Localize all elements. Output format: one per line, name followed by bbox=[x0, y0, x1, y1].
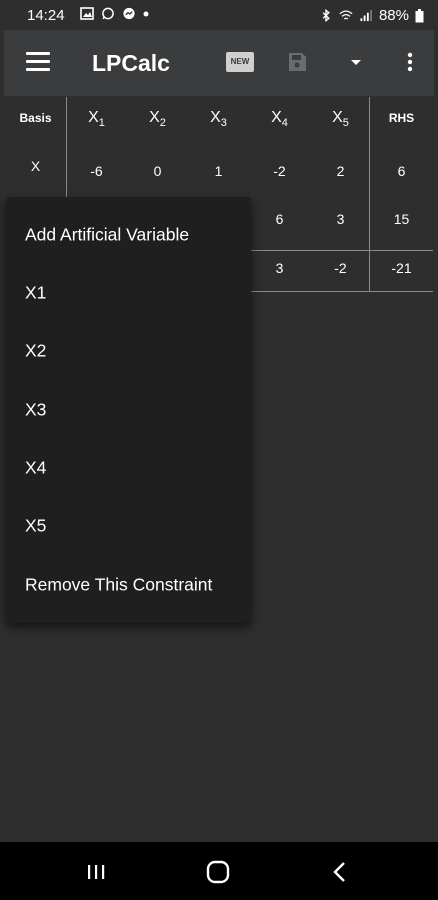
wifi-icon bbox=[339, 10, 353, 20]
menu-item-x5[interactable]: X5 bbox=[6, 498, 251, 556]
basis-header: Basis bbox=[19, 111, 52, 125]
var-header-x4: X4 bbox=[271, 109, 288, 130]
basis-cell[interactable]: X bbox=[5, 158, 66, 174]
status-time: 14:24 bbox=[27, 7, 65, 24]
recent-apps-icon[interactable] bbox=[82, 858, 110, 886]
menu-icon[interactable] bbox=[26, 52, 52, 72]
rhs-cell[interactable]: 15 bbox=[371, 211, 432, 227]
menu-item-add-artificial[interactable]: Add Artificial Variable bbox=[6, 207, 251, 265]
dropdown-icon[interactable] bbox=[344, 50, 368, 74]
messenger-icon bbox=[123, 7, 135, 20]
rhs-header: RHS bbox=[388, 111, 415, 125]
battery-percent: 88% bbox=[378, 7, 409, 24]
var-header-x2: X2 bbox=[149, 109, 166, 130]
back-icon[interactable] bbox=[326, 858, 354, 886]
tableau-cell[interactable]: -6 bbox=[66, 163, 127, 179]
tableau-cell[interactable]: -2 bbox=[310, 260, 371, 276]
menu-item-x1[interactable]: X1 bbox=[6, 265, 251, 323]
menu-item-x4[interactable]: X4 bbox=[6, 440, 251, 498]
whatsapp-icon bbox=[102, 7, 114, 20]
basis-context-menu: Add Artificial Variable X1 X2 X3 X4 X5 R… bbox=[6, 197, 251, 623]
tableau-cell[interactable]: 0 bbox=[127, 163, 188, 179]
tableau-cell[interactable]: 2 bbox=[310, 163, 371, 179]
home-icon[interactable] bbox=[204, 858, 232, 886]
menu-item-remove-constraint[interactable]: Remove This Constraint bbox=[6, 557, 251, 615]
app-bar: LPCalc NEW bbox=[4, 30, 434, 96]
dot-icon bbox=[143, 11, 149, 16]
battery-icon bbox=[415, 8, 424, 22]
signal-icon bbox=[360, 9, 373, 22]
rhs-cell[interactable]: 6 bbox=[371, 163, 432, 179]
system-nav-bar bbox=[0, 842, 438, 900]
tableau-cell[interactable]: 1 bbox=[188, 163, 249, 179]
menu-item-x2[interactable]: X2 bbox=[6, 323, 251, 381]
more-options-icon[interactable] bbox=[398, 50, 422, 74]
menu-item-x3[interactable]: X3 bbox=[6, 382, 251, 440]
tableau-cell[interactable]: 3 bbox=[249, 260, 310, 276]
save-icon[interactable] bbox=[285, 50, 309, 74]
bluetooth-icon bbox=[322, 9, 330, 22]
image-icon bbox=[80, 7, 94, 20]
var-header-x1: X1 bbox=[88, 109, 105, 130]
var-header-x3: X3 bbox=[210, 109, 227, 130]
tableau-cell[interactable]: 6 bbox=[249, 211, 310, 227]
tableau-cell[interactable]: -2 bbox=[249, 163, 310, 179]
app-title: LPCalc bbox=[92, 50, 170, 76]
new-icon[interactable]: NEW bbox=[226, 52, 254, 72]
rhs-cell[interactable]: -21 bbox=[371, 260, 432, 276]
tableau-cell[interactable]: 3 bbox=[310, 211, 371, 227]
var-header-x5: X5 bbox=[332, 109, 349, 130]
status-bar: 14:24 88% bbox=[0, 0, 438, 30]
